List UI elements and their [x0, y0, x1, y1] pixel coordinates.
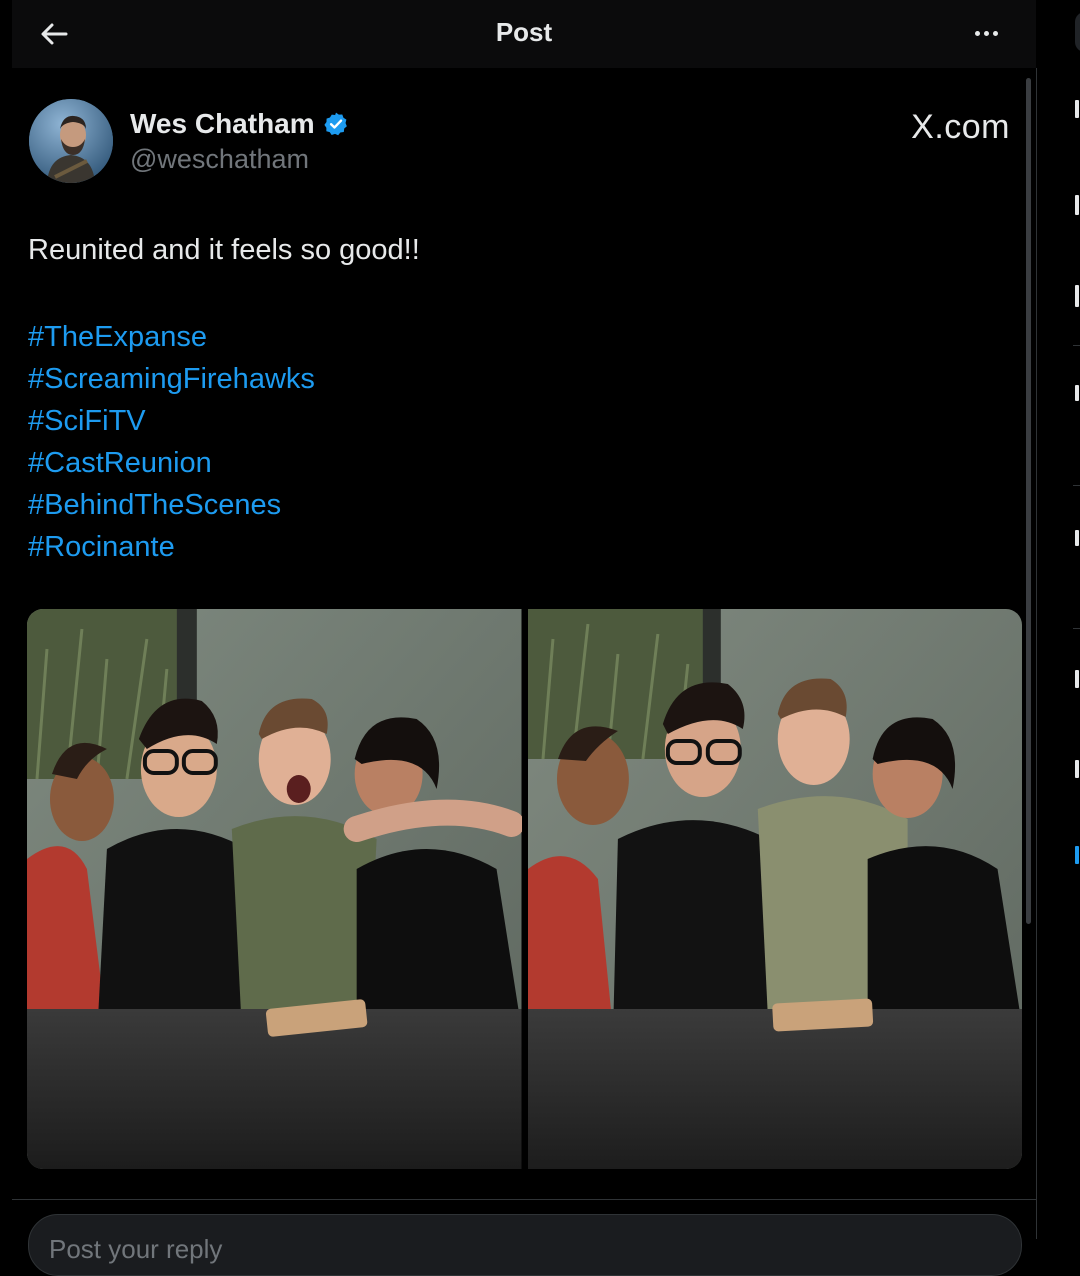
sidebar-link-fragment[interactable] [1075, 846, 1079, 864]
sidebar-text-fragment [1075, 760, 1079, 778]
sidebar-divider [1073, 485, 1080, 486]
hashtag-list: #TheExpanse #ScreamingFirehawks #SciFiTV… [28, 316, 315, 568]
author-avatar[interactable] [29, 99, 113, 183]
photo-1[interactable] [27, 609, 522, 1169]
search-pill[interactable] [1075, 12, 1080, 52]
sidebar-text-fragment [1075, 530, 1079, 546]
author-name[interactable]: Wes Chatham [130, 108, 349, 140]
hashtag-link[interactable]: #SciFiTV [28, 400, 315, 442]
sidebar-text-fragment [1075, 100, 1079, 118]
hashtag-link[interactable]: #ScreamingFirehawks [28, 358, 315, 400]
hashtag-link[interactable]: #CastReunion [28, 442, 315, 484]
verified-badge-icon [324, 112, 347, 136]
divider [12, 1199, 1036, 1200]
media-gallery [27, 609, 1022, 1169]
author-name-text: Wes Chatham [130, 108, 315, 139]
sidebar-divider [1073, 628, 1080, 629]
watermark: X.com [911, 108, 1010, 146]
more-options-button[interactable] [966, 18, 1006, 48]
reply-composer[interactable] [28, 1214, 1022, 1276]
right-sidebar-edge [1037, 0, 1080, 1239]
sidebar-text-fragment [1075, 385, 1079, 401]
hashtag-link[interactable]: #Rocinante [28, 526, 315, 568]
reply-input[interactable] [29, 1215, 1021, 1275]
sidebar-text-fragment [1075, 195, 1079, 215]
sidebar-text-fragment [1075, 285, 1079, 307]
sidebar-text-fragment [1075, 670, 1079, 688]
hashtag-link[interactable]: #BehindTheScenes [28, 484, 315, 526]
post-text: Reunited and it feels so good!! [28, 234, 420, 266]
scrollbar[interactable] [1026, 78, 1031, 924]
post-detail: Wes Chatham @weschatham X.com Reunited a… [12, 68, 1037, 1276]
post-header: Post [12, 0, 1036, 69]
author-handle[interactable]: @weschatham [130, 144, 309, 175]
hashtag-link[interactable]: #TheExpanse [28, 316, 315, 358]
more-horizontal-icon [974, 30, 980, 36]
sidebar-divider [1073, 345, 1080, 346]
page-title: Post [495, 17, 553, 47]
photo-2[interactable] [527, 609, 1022, 1169]
